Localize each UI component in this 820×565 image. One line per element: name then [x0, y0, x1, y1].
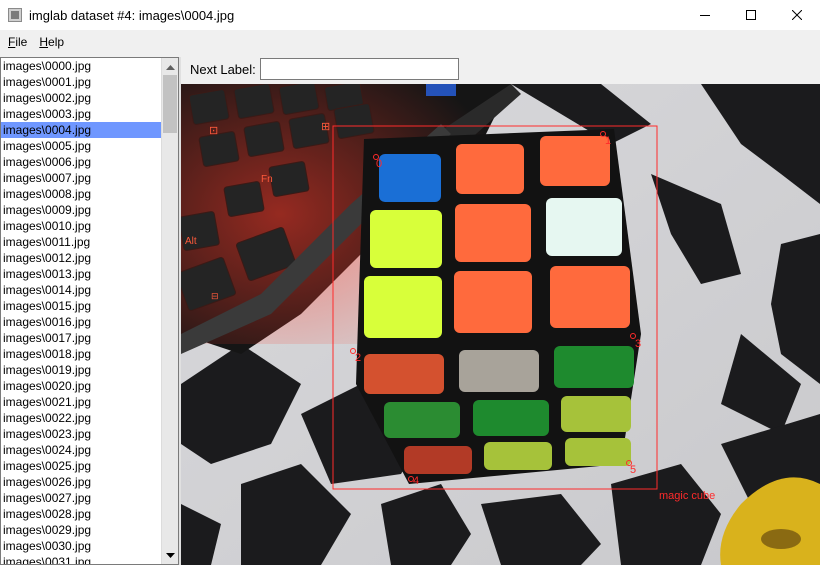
menu-help[interactable]: Help	[33, 30, 70, 54]
file-list[interactable]: images\0000.jpg images\0001.jpg images\000…	[0, 57, 179, 565]
file-list-item[interactable]: images\0006.jpg	[1, 154, 162, 170]
file-list-item[interactable]: images\0020.jpg	[1, 378, 162, 394]
scroll-up-button[interactable]	[162, 58, 178, 75]
file-list-item[interactable]: images\0017.jpg	[1, 330, 162, 346]
maximize-icon	[746, 10, 756, 20]
part-label-1: 1	[605, 135, 612, 147]
file-list-item[interactable]: images\0023.jpg	[1, 426, 162, 442]
next-label-input[interactable]	[259, 58, 459, 80]
file-list-item[interactable]: images\0022.jpg	[1, 410, 162, 426]
label-toolbar: Next Label:	[181, 54, 820, 84]
file-list-item[interactable]: images\0011.jpg	[1, 234, 162, 250]
image-canvas[interactable]: ⊡ ⊞ Fn Alt ⊟ magic cube 0 1 2 3 4 5	[181, 84, 820, 565]
part-label-4: 4	[413, 475, 420, 487]
scroll-up-icon	[165, 64, 175, 70]
window-controls	[682, 0, 820, 30]
file-list-item[interactable]: images\0030.jpg	[1, 538, 162, 554]
close-icon	[792, 10, 802, 20]
file-list-item[interactable]: images\0008.jpg	[1, 186, 162, 202]
file-list-item[interactable]: images\0001.jpg	[1, 74, 162, 90]
close-button[interactable]	[774, 0, 820, 30]
maximize-button[interactable]	[728, 0, 774, 30]
svg-text:Fn: Fn	[261, 174, 273, 185]
file-list-item[interactable]: images\0028.jpg	[1, 506, 162, 522]
file-list-item[interactable]: images\0002.jpg	[1, 90, 162, 106]
file-list-item[interactable]: images\0003.jpg	[1, 106, 162, 122]
part-label-3: 3	[635, 338, 642, 350]
file-list-item[interactable]: images\0024.jpg	[1, 442, 162, 458]
minimize-button[interactable]	[682, 0, 728, 30]
file-list-item[interactable]: images\0013.jpg	[1, 266, 162, 282]
scroll-thumb[interactable]	[163, 75, 177, 133]
menu-file[interactable]: File	[2, 30, 33, 54]
paper-yellow-detail	[761, 529, 801, 549]
file-list-item[interactable]: images\0010.jpg	[1, 218, 162, 234]
minimize-icon	[700, 15, 710, 16]
svg-text:⊞: ⊞	[321, 121, 330, 133]
file-list-item[interactable]: images\0000.jpg	[1, 58, 162, 74]
window-title: imglab dataset #4: images\0004.jpg	[29, 7, 235, 23]
file-list-item[interactable]: images\0025.jpg	[1, 458, 162, 474]
menu-bar: File Help	[0, 30, 820, 54]
menu-help-label: Help	[39, 34, 65, 49]
title-bar: imglab dataset #4: images\0004.jpg	[0, 0, 820, 30]
file-list-item[interactable]: images\0026.jpg	[1, 474, 162, 490]
part-label-5: 5	[630, 464, 637, 476]
file-list-item[interactable]: images\0027.jpg	[1, 490, 162, 506]
file-list-item[interactable]: images\0015.jpg	[1, 298, 162, 314]
file-list-item[interactable]: images\0009.jpg	[1, 202, 162, 218]
annotation-box-label: magic cube	[659, 490, 716, 502]
scroll-down-icon	[165, 552, 175, 558]
file-list-rows: images\0000.jpg images\0001.jpg images\000…	[1, 58, 162, 564]
file-list-item[interactable]: images\0031.jpg	[1, 554, 162, 564]
file-list-item[interactable]: images\0019.jpg	[1, 362, 162, 378]
file-list-item[interactable]: images\0021.jpg	[1, 394, 162, 410]
svg-text:Alt: Alt	[185, 236, 197, 247]
file-list-item[interactable]: images\0014.jpg	[1, 282, 162, 298]
next-label-caption: Next Label:	[190, 61, 256, 77]
part-label-0: 0	[376, 158, 383, 170]
app-icon	[8, 8, 22, 22]
file-list-item[interactable]: images\0004.jpg	[1, 122, 162, 138]
file-list-item[interactable]: images\0012.jpg	[1, 250, 162, 266]
menu-file-label: File	[8, 34, 28, 49]
file-list-item[interactable]: images\0007.jpg	[1, 170, 162, 186]
part-label-2: 2	[355, 352, 362, 364]
svg-text:⊡: ⊡	[209, 125, 218, 137]
scroll-down-button[interactable]	[162, 547, 178, 564]
file-list-scrollbar[interactable]	[161, 58, 178, 564]
annotated-image: ⊡ ⊞ Fn Alt ⊟	[181, 84, 820, 565]
file-list-item[interactable]: images\0029.jpg	[1, 522, 162, 538]
svg-text:⊟: ⊟	[211, 291, 219, 301]
file-list-item[interactable]: images\0005.jpg	[1, 138, 162, 154]
file-list-item[interactable]: images\0016.jpg	[1, 314, 162, 330]
file-list-item[interactable]: images\0018.jpg	[1, 346, 162, 362]
